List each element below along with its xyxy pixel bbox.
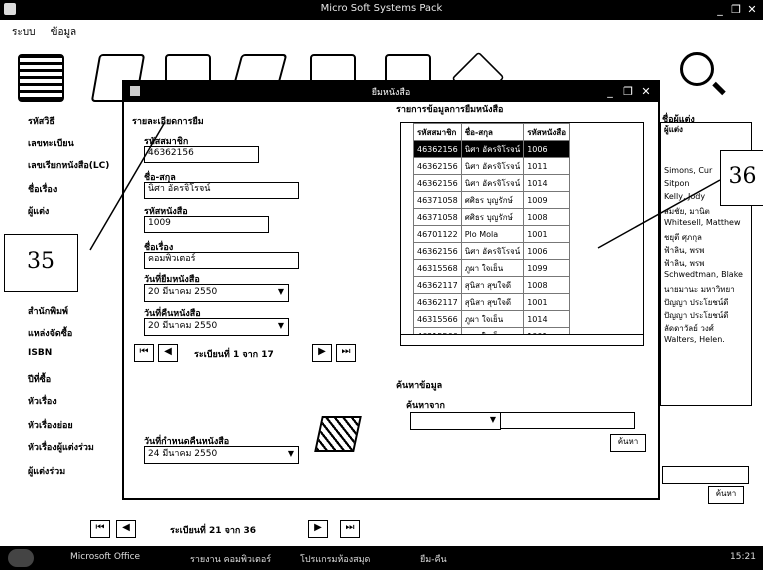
callout-36-line (597, 179, 721, 249)
taskbar: Microsoft Office รายงาน คอมพิวเตอร์ โปรแ… (0, 546, 763, 570)
taskbar-item[interactable]: ยืม-คืน (420, 552, 447, 566)
taskbar-clock: 15:21 (730, 552, 756, 562)
taskbar-item[interactable]: รายงาน คอมพิวเตอร์ (190, 552, 271, 566)
taskbar-item[interactable]: โปรแกรมห้องสมุด (300, 552, 370, 566)
callout-35-line (89, 121, 166, 251)
taskbar-item[interactable]: Microsoft Office (70, 552, 140, 562)
callout-lines (89, 121, 721, 251)
start-button[interactable] (8, 549, 34, 567)
